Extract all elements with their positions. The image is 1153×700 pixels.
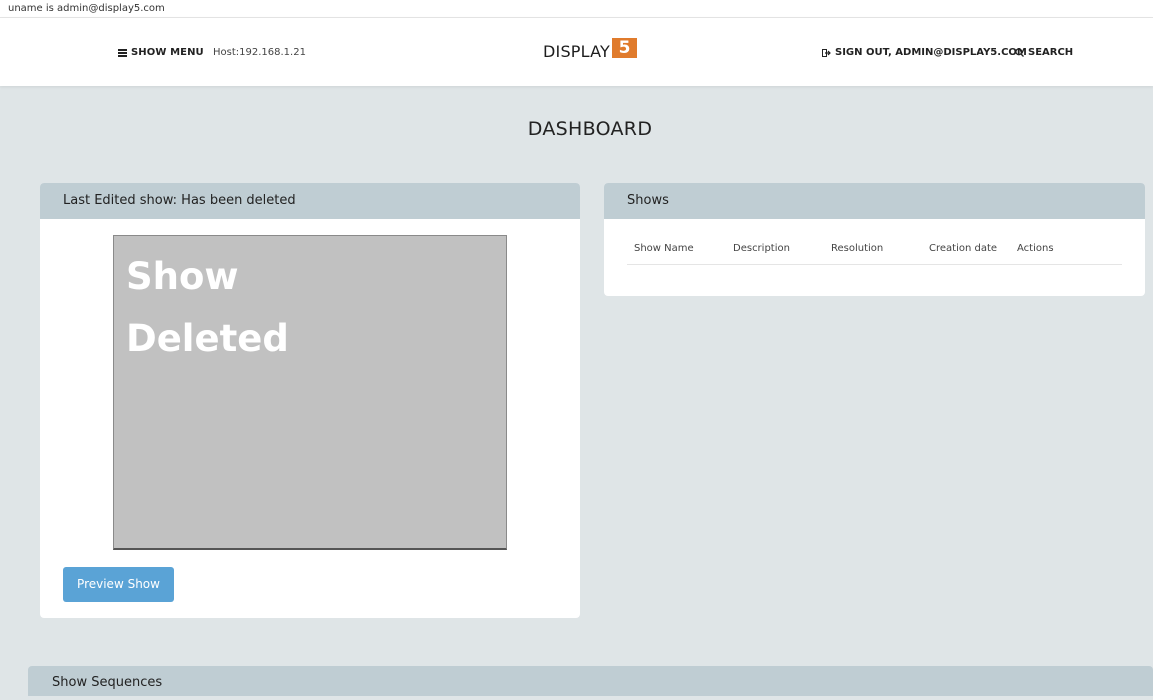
column-header-resolution[interactable]: Resolution	[831, 243, 883, 254]
sign-out-icon	[822, 48, 831, 57]
show-sequences-title: Show Sequences	[52, 675, 163, 690]
sign-out-label: SIGN OUT, ADMIN@DISPLAY5.COM	[835, 47, 1027, 58]
shows-panel: Shows Show Name Description Resolution C…	[604, 183, 1145, 296]
show-sequences-header: Show Sequences	[28, 666, 1153, 696]
column-header-creation-date[interactable]: Creation date	[929, 243, 997, 254]
show-menu-label: SHOW MENU	[131, 47, 204, 58]
preview-show-button[interactable]: Preview Show	[63, 567, 174, 602]
preview-text-line1: Show	[126, 255, 239, 298]
sign-out-link[interactable]: SIGN OUT, ADMIN@DISPLAY5.COM	[822, 47, 1027, 58]
search-link[interactable]: SEARCH	[1015, 47, 1073, 58]
hamburger-icon	[118, 49, 127, 57]
uname-text: uname is admin@display5.com	[8, 3, 165, 14]
shows-table: Show Name Description Resolution Creatio…	[627, 235, 1122, 265]
column-header-description[interactable]: Description	[733, 243, 790, 254]
top-nav: SHOW MENU Host:192.168.1.21 DISPLAY 5 SI…	[0, 18, 1153, 86]
column-header-show-name[interactable]: Show Name	[634, 243, 694, 254]
column-header-actions: Actions	[1017, 243, 1054, 254]
search-label: SEARCH	[1028, 47, 1074, 58]
search-icon	[1015, 48, 1024, 57]
last-edited-panel: Last Edited show: Has been deleted Show …	[40, 183, 580, 618]
logo-number: 5	[612, 37, 638, 58]
host-label: Host:192.168.1.21	[213, 47, 306, 58]
display5-logo[interactable]: DISPLAY 5	[543, 37, 638, 61]
preview-text-line2: Deleted	[126, 317, 289, 360]
shows-header: Shows	[604, 183, 1145, 219]
last-edited-header: Last Edited show: Has been deleted	[40, 183, 580, 219]
show-preview-thumbnail: Show Deleted	[113, 235, 507, 550]
show-menu-button[interactable]: SHOW MENU	[118, 47, 204, 58]
logo-text: DISPLAY	[543, 42, 611, 61]
page-title: DASHBOARD	[527, 118, 653, 140]
uname-debug-bar: uname is admin@display5.com	[0, 0, 1153, 18]
